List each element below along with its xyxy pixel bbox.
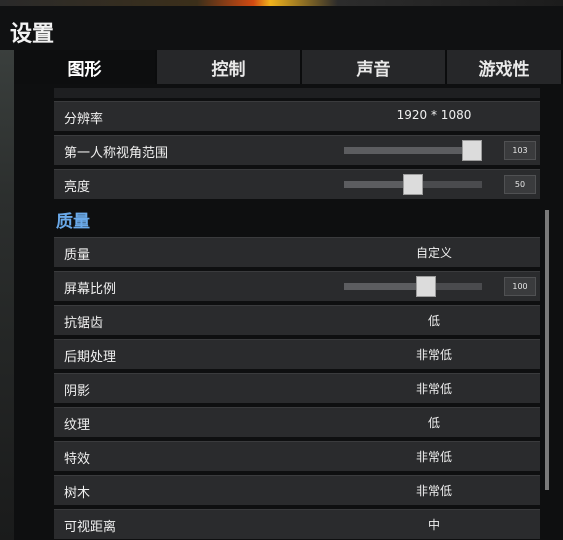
setting-label: 阴影	[64, 384, 91, 399]
tab-gameplay[interactable]: 游戏性	[447, 50, 563, 84]
setting-label: 抗锯齿	[64, 316, 104, 331]
setting-row-view-distance[interactable]: 可视距离 中	[54, 509, 540, 539]
setting-row-shadows[interactable]: 阴影 非常低	[54, 373, 540, 403]
setting-row-fov: 第一人称视角范围 103	[54, 135, 540, 165]
setting-row-postprocessing[interactable]: 后期处理 非常低	[54, 339, 540, 369]
setting-dropdown[interactable]: 非常低	[354, 346, 514, 363]
setting-row-effects[interactable]: 特效 非常低	[54, 441, 540, 471]
slider-fill	[344, 147, 471, 154]
setting-dropdown[interactable]: 低	[354, 414, 514, 431]
scrolled-row-edge	[54, 88, 540, 98]
title-bar: 设置	[0, 6, 563, 50]
screen-scale-value-box[interactable]: 100	[504, 277, 536, 296]
setting-row-antialiasing[interactable]: 抗锯齿 低	[54, 305, 540, 335]
slider-thumb[interactable]	[462, 140, 482, 161]
setting-row-screen-scale: 屏幕比例 100	[54, 271, 540, 301]
settings-window: 设置 图形 控制 声音 游戏性 分辨率 1920 * 1080 第一人称视角范围…	[0, 0, 563, 540]
setting-dropdown[interactable]: 低	[354, 312, 514, 329]
setting-label: 屏幕比例	[64, 282, 117, 297]
resolution-dropdown[interactable]: 1920 * 1080	[354, 108, 514, 122]
screen-scale-slider[interactable]	[344, 276, 482, 297]
window-title: 设置	[10, 22, 55, 47]
setting-row-quality[interactable]: 质量 自定义	[54, 237, 540, 267]
tab-sound[interactable]: 声音	[302, 50, 447, 84]
setting-label: 第一人称视角范围	[64, 146, 169, 161]
setting-row-brightness: 亮度 50	[54, 169, 540, 199]
setting-dropdown[interactable]: 非常低	[354, 482, 514, 499]
fov-slider[interactable]	[344, 140, 482, 161]
tab-bar: 图形 控制 声音 游戏性	[14, 50, 563, 84]
setting-dropdown[interactable]: 中	[354, 516, 514, 533]
section-title-quality: 质量	[56, 212, 90, 232]
setting-label: 分辨率	[64, 112, 104, 127]
fov-value-box[interactable]: 103	[504, 141, 536, 160]
brightness-value-box[interactable]: 50	[504, 175, 536, 194]
quality-dropdown[interactable]: 自定义	[354, 244, 514, 261]
setting-row-foliage[interactable]: 树木 非常低	[54, 475, 540, 505]
slider-fill	[344, 283, 427, 290]
setting-label: 可视距离	[64, 520, 117, 535]
setting-dropdown[interactable]: 非常低	[354, 380, 514, 397]
tab-graphics[interactable]: 图形	[14, 50, 157, 84]
setting-dropdown[interactable]: 非常低	[354, 448, 514, 465]
setting-label: 特效	[64, 452, 91, 467]
setting-label: 亮度	[64, 180, 91, 195]
brightness-slider[interactable]	[344, 174, 482, 195]
setting-label: 质量	[64, 248, 91, 263]
setting-row-textures[interactable]: 纹理 低	[54, 407, 540, 437]
setting-row-resolution[interactable]: 分辨率 1920 * 1080	[54, 101, 540, 131]
setting-label: 树木	[64, 486, 91, 501]
setting-label: 纹理	[64, 418, 91, 433]
slider-thumb[interactable]	[403, 174, 423, 195]
scrollbar[interactable]	[545, 210, 549, 490]
background-edge	[0, 50, 14, 540]
setting-label: 后期处理	[64, 350, 117, 365]
tab-controls[interactable]: 控制	[157, 50, 302, 84]
slider-thumb[interactable]	[416, 276, 436, 297]
